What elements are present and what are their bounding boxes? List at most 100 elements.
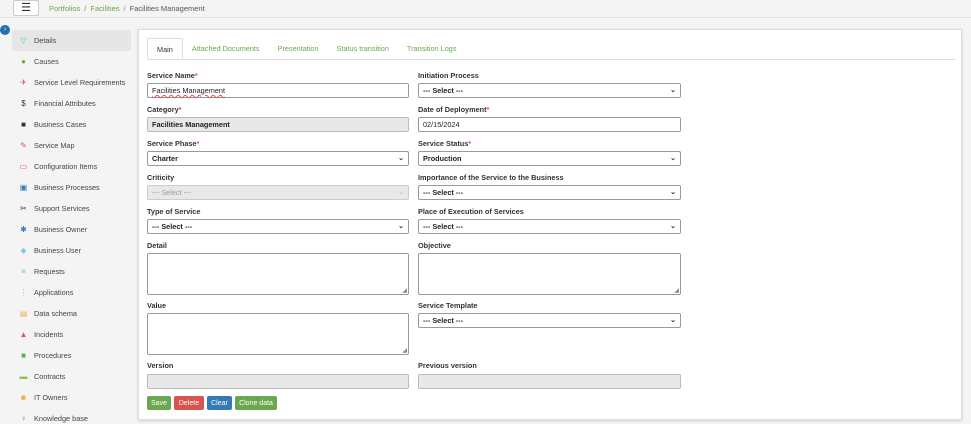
date-of-deployment-input[interactable]: 02/15/2024 [418, 117, 681, 132]
clear-button[interactable]: Clear [207, 396, 232, 410]
value-textarea[interactable]: ◢ [147, 313, 409, 355]
chevron-down-icon: ⌄ [670, 317, 676, 324]
service-status-label: Service Status* [418, 139, 472, 148]
type-of-service-select[interactable]: --- Select --- ⌄ [147, 219, 409, 234]
sidebar-item-details[interactable]: ▽ Details [12, 30, 131, 51]
tab-attached-documents[interactable]: Attached Documents [183, 38, 269, 59]
hamburger-menu-button[interactable]: ☰ [13, 0, 39, 16]
sidebar-item-label: Business Owner [34, 225, 88, 234]
breadcrumb-facilities[interactable]: Facilities [90, 4, 119, 13]
previous-version-input[interactable] [418, 374, 681, 389]
sidebar-item-business-user[interactable]: ◈ Business User [12, 240, 131, 261]
briefcase-icon: ■ [21, 119, 26, 129]
chevron-down-icon: ⌄ [670, 189, 676, 196]
breadcrumb-current: Facilities Management [129, 4, 205, 13]
resize-grip-icon[interactable]: ◢ [402, 288, 407, 294]
tab-divider [147, 59, 955, 60]
sidebar-item-label: Data schema [34, 309, 77, 318]
sidebar-item-it-owners[interactable]: ☻ IT Owners [12, 387, 131, 408]
chevron-down-icon: ⌄ [398, 223, 404, 230]
service-phase-label: Service Phase* [147, 139, 200, 148]
criticity-label: Criticity [147, 173, 175, 182]
objective-textarea[interactable]: ◢ [418, 253, 681, 295]
chevron-down-icon: ⌄ [670, 223, 676, 230]
sidebar-item-procedures[interactable]: ■ Procedures [12, 345, 131, 366]
sidebar-item-applications[interactable]: ⋮ Applications [12, 282, 131, 303]
category-input[interactable]: Facilities Management [147, 117, 409, 132]
place-of-execution-select[interactable]: --- Select --- ⌄ [418, 219, 681, 234]
list-icon: ≡ [21, 266, 26, 276]
sidebar-toggle-icon[interactable]: › [0, 25, 10, 35]
circle-icon: ● [21, 56, 26, 66]
clone-data-button[interactable]: Clone data [235, 396, 277, 410]
sidebar-item-business-cases[interactable]: ■ Business Cases [12, 114, 131, 135]
sidebar-item-label: Configuration Items [34, 162, 98, 171]
initiation-process-select[interactable]: --- Select --- ⌄ [418, 83, 681, 98]
sidebar-item-knowledge-base[interactable]: ♀ Knowledge base [12, 408, 131, 424]
breadcrumb-portfolios[interactable]: Portfolios [49, 4, 80, 13]
sidebar-item-data-schema[interactable]: ▤ Data schema [12, 303, 131, 324]
sidebar-item-service-map[interactable]: ✎ Service Map [12, 135, 131, 156]
place-of-execution-label: Place of Execution of Services [418, 207, 524, 216]
monitor-icon: ▭ [19, 161, 28, 171]
pencil-icon: ✎ [20, 140, 27, 150]
grid-icon: ⋮ [19, 287, 28, 297]
toolbox-icon: ▣ [19, 182, 28, 192]
sidebar-item-causes[interactable]: ● Causes [12, 51, 131, 72]
bulb-icon: ♀ [20, 413, 27, 423]
tab-transition-logs[interactable]: Transition Logs [398, 38, 466, 59]
sidebar-item-contracts[interactable]: ▬ Contracts [12, 366, 131, 387]
criticity-select[interactable]: --- Select --- ⌄ [147, 185, 409, 200]
sidebar-item-label: Financial Attributes [34, 99, 96, 108]
filter-icon: ▽ [20, 35, 27, 45]
service-phase-select[interactable]: Charter ⌄ [147, 151, 409, 166]
service-template-label: Service Template [418, 301, 478, 310]
sidebar-item-financial-attributes[interactable]: $ Financial Attributes [12, 93, 131, 114]
satellite-icon: ✈ [20, 77, 27, 87]
chevron-down-icon: ⌄ [398, 155, 404, 162]
service-status-select[interactable]: Production ⌄ [418, 151, 681, 166]
sidebar-item-label: IT Owners [34, 393, 68, 402]
file-icon: ▤ [19, 308, 28, 318]
delete-button[interactable]: Delete [174, 396, 204, 410]
tab-main[interactable]: Main [147, 38, 183, 59]
sidebar-item-service-level-requirements[interactable]: ✈ Service Level Requirements [12, 72, 131, 93]
sidebar-item-label: Service Level Requirements [34, 78, 126, 87]
sidebar-item-label: Procedures [34, 351, 72, 360]
detail-textarea[interactable]: ◢ [147, 253, 409, 295]
objective-label: Objective [418, 241, 451, 250]
sidebar-item-label: Incidents [34, 330, 64, 339]
save-button[interactable]: Save [147, 396, 171, 410]
value-label: Value [147, 301, 167, 310]
initiation-process-label: Initiation Process [418, 71, 479, 80]
sidebar-item-label: Business User [34, 246, 82, 255]
tab-bar: Main Attached Documents Presentation Sta… [147, 38, 466, 59]
sidebar-item-label: Support Services [34, 204, 90, 213]
shield-icon: ◈ [20, 245, 27, 255]
detail-label: Detail [147, 241, 167, 250]
sidebar-item-configuration-items[interactable]: ▭ Configuration Items [12, 156, 131, 177]
sidebar-item-requests[interactable]: ≡ Requests [12, 261, 131, 282]
service-name-input[interactable]: Facilities Management [147, 83, 409, 98]
sidebar-item-label: Causes [34, 57, 59, 66]
sidebar-item-business-owner[interactable]: ✱ Business Owner [12, 219, 131, 240]
chevron-down-icon: ⌄ [398, 189, 404, 196]
type-of-service-label: Type of Service [147, 207, 201, 216]
sidebar-item-business-processes[interactable]: ▣ Business Processes [12, 177, 131, 198]
service-form-panel: Main Attached Documents Presentation Sta… [138, 29, 962, 420]
tab-presentation[interactable]: Presentation [269, 38, 328, 59]
warning-icon: ▲ [19, 329, 28, 339]
importance-select[interactable]: --- Select --- ⌄ [418, 185, 681, 200]
folder-open-icon: ▬ [19, 371, 28, 381]
sidebar-item-support-services[interactable]: ✂ Support Services [12, 198, 131, 219]
service-name-label: Service Name* [147, 71, 198, 80]
wrench-icon: ✂ [20, 203, 27, 213]
sidebar-item-label: Business Processes [34, 183, 100, 192]
resize-grip-icon[interactable]: ◢ [674, 288, 679, 294]
sidebar-item-incidents[interactable]: ▲ Incidents [12, 324, 131, 345]
tab-status-transition[interactable]: Status transition [328, 38, 398, 59]
service-template-select[interactable]: --- Select --- ⌄ [418, 313, 681, 328]
version-input[interactable] [147, 374, 409, 389]
hamburger-icon: ☰ [21, 1, 31, 14]
resize-grip-icon[interactable]: ◢ [402, 348, 407, 354]
